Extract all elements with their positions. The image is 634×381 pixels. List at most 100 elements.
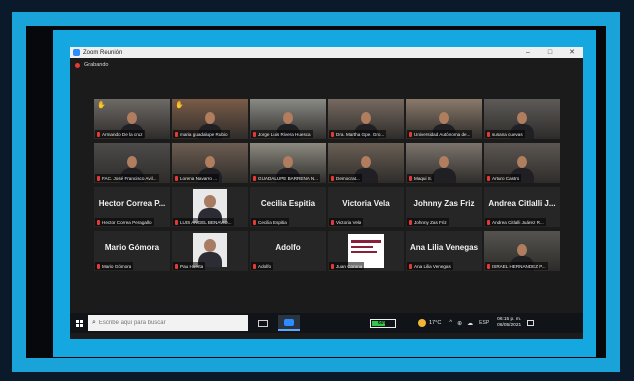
participant-name: Democrat...: [336, 175, 360, 181]
participant-name: susana cuevas: [492, 131, 523, 137]
windows-logo-icon: [75, 319, 83, 327]
battery-indicator[interactable]: 60%: [370, 318, 396, 328]
clock-date: 06/05/2021: [497, 323, 522, 328]
taskbar-zoom-app[interactable]: [278, 315, 300, 331]
start-button[interactable]: [70, 319, 88, 327]
battery-percent: 60%: [377, 319, 388, 326]
recording-indicator[interactable]: Grabando: [75, 62, 108, 68]
task-view-button[interactable]: [252, 315, 274, 331]
participant-name-label: Juan Corona: [329, 262, 365, 270]
muted-mic-icon: [175, 175, 178, 181]
muted-mic-icon: [409, 131, 412, 137]
raised-hand-icon: ✋: [175, 102, 184, 109]
participant-name-label: Universidad Autónoma de...: [407, 130, 473, 138]
muted-mic-icon: [331, 219, 334, 225]
participant-name-label: Ana Lilia Venegas: [407, 262, 453, 270]
participant-tile[interactable]: Juan Corona: [328, 231, 404, 271]
participant-name-label: FAC. José Francisco Avil...: [95, 174, 159, 182]
participant-tile[interactable]: Victoria Vela Victoria Vela: [328, 187, 404, 227]
muted-mic-icon: [487, 131, 490, 137]
participant-name: Maqui S.: [414, 175, 433, 181]
title-bar: Zoom Reunión – □ ✕: [70, 47, 583, 58]
participant-name-label: Armando De la cruz: [95, 130, 145, 138]
participant-tile[interactable]: GUADALUPE BARRENA N...: [250, 143, 326, 183]
cloud-icon[interactable]: ☁: [467, 320, 473, 327]
muted-mic-icon: [253, 175, 256, 181]
participant-tile[interactable]: Adolfo Adolfo: [250, 231, 326, 271]
participant-name: maria guadalupe Rubio: [180, 131, 228, 137]
muted-mic-icon: [331, 175, 334, 181]
participant-grid: ✋ Armando De la cruz ✋ maria guadalupe Rubi…: [94, 99, 570, 271]
participant-name: Arturo Castro: [492, 175, 520, 181]
participant-tile[interactable]: Jorge Luis Rivera Huesca: [250, 99, 326, 139]
participant-name: Dra. Martha Gpe. Gro...: [336, 131, 385, 137]
participant-video: [431, 151, 457, 183]
participant-tile[interactable]: FAC. José Francisco Avil...: [94, 143, 170, 183]
participant-tile[interactable]: Lorena Navarro ...: [172, 143, 248, 183]
minimize-button[interactable]: –: [517, 47, 539, 58]
maximize-button[interactable]: □: [539, 47, 561, 58]
participant-name-label: susana cuevas: [485, 130, 525, 138]
participant-tile[interactable]: Johnny Zas Friz Johnny Zas Friz: [406, 187, 482, 227]
participant-tile[interactable]: susana cuevas: [484, 99, 560, 139]
participant-name-label: Maqui S.: [407, 174, 435, 182]
zoom-window: Zoom Reunión – □ ✕ Grabando ✋ Armando De …: [70, 47, 583, 339]
participant-name-label: ISRAEL HERNANDEZ P...: [485, 262, 548, 270]
participant-name-label: Pau Huerta: [173, 262, 206, 270]
input-language[interactable]: ESP: [479, 320, 489, 326]
participant-name: Johnny Zas Friz: [414, 219, 447, 225]
muted-mic-icon: [487, 219, 490, 225]
participant-tile[interactable]: LUIS ANGEL BENAVID...: [172, 187, 248, 227]
participant-name-label: Johnny Zas Friz: [407, 218, 449, 226]
search-icon: ⌕: [92, 319, 96, 326]
participant-name: ISRAEL HERNANDEZ P...: [492, 263, 546, 269]
participant-name: Adolfo: [258, 263, 272, 269]
raised-hand-icon: ✋: [97, 102, 106, 109]
participant-name-label: LUIS ANGEL BENAVID...: [173, 218, 234, 226]
participant-tile[interactable]: Universidad Autónoma de...: [406, 99, 482, 139]
muted-mic-icon: [97, 263, 100, 269]
taskbar-search[interactable]: ⌕: [88, 315, 248, 331]
muted-mic-icon: [253, 219, 256, 225]
temperature[interactable]: 17°C: [429, 320, 441, 326]
participant-tile[interactable]: Ana Lilia Venegas Ana Lilia Venegas: [406, 231, 482, 271]
participant-tile[interactable]: Cecilia Espitia Cecilia Espitia: [250, 187, 326, 227]
search-input[interactable]: [98, 320, 239, 326]
weather-sun-icon[interactable]: [418, 319, 426, 327]
system-tray: ^ ⊕ ☁: [449, 320, 473, 327]
notifications-icon[interactable]: [527, 320, 535, 326]
network-icon[interactable]: ⊕: [457, 320, 462, 327]
participant-name: Pau Huerta: [180, 263, 204, 269]
task-view-icon: [258, 319, 268, 327]
participant-display-name: Mario Gómora: [104, 243, 160, 252]
muted-mic-icon: [487, 263, 490, 269]
recording-label: Grabando: [84, 62, 109, 68]
participant-tile[interactable]: ✋ maria guadalupe Rubio: [172, 99, 248, 139]
show-hidden-icons-icon[interactable]: ^: [449, 320, 452, 327]
close-button[interactable]: ✕: [561, 47, 583, 58]
participant-tile[interactable]: Pau Huerta: [172, 231, 248, 271]
muted-mic-icon: [253, 131, 256, 137]
participant-name: Victoria Vela: [336, 219, 362, 225]
participant-tile[interactable]: Arturo Castro: [484, 143, 560, 183]
participant-name: Andrea Citlalli Juárez R...: [492, 219, 544, 225]
record-icon: [75, 62, 80, 68]
participant-name-label: maria guadalupe Rubio: [173, 130, 230, 138]
participant-display-name: Hector Correa P...: [98, 199, 166, 208]
participant-tile[interactable]: Mario Gómora Mario Gómora: [94, 231, 170, 271]
zoom-icon: [284, 318, 294, 326]
participant-tile[interactable]: Maqui S.: [406, 143, 482, 183]
participant-name-label: Mario Gómora: [95, 262, 134, 270]
participant-tile[interactable]: Democrat...: [328, 143, 404, 183]
participant-name-label: Dra. Martha Gpe. Gro...: [329, 130, 387, 138]
participant-tile[interactable]: Andrea Citlalli J... Andrea Citlalli Juár…: [484, 187, 560, 227]
participant-tile[interactable]: Hector Correa P... Hector Correa Peragall…: [94, 187, 170, 227]
participant-tile[interactable]: ✋ Armando De la cruz: [94, 99, 170, 139]
taskbar-clock[interactable]: 06:15 p. m. 06/05/2021: [497, 317, 521, 329]
participant-name: Cecilia Espitia: [258, 219, 287, 225]
participant-tile[interactable]: ISRAEL HERNANDEZ P...: [484, 231, 560, 271]
participant-tile[interactable]: Dra. Martha Gpe. Gro...: [328, 99, 404, 139]
participant-name-label: Lorena Navarro ...: [173, 174, 220, 182]
participant-name: Jorge Luis Rivera Huesca: [258, 131, 311, 137]
participant-name: LUIS ANGEL BENAVID...: [180, 219, 232, 225]
